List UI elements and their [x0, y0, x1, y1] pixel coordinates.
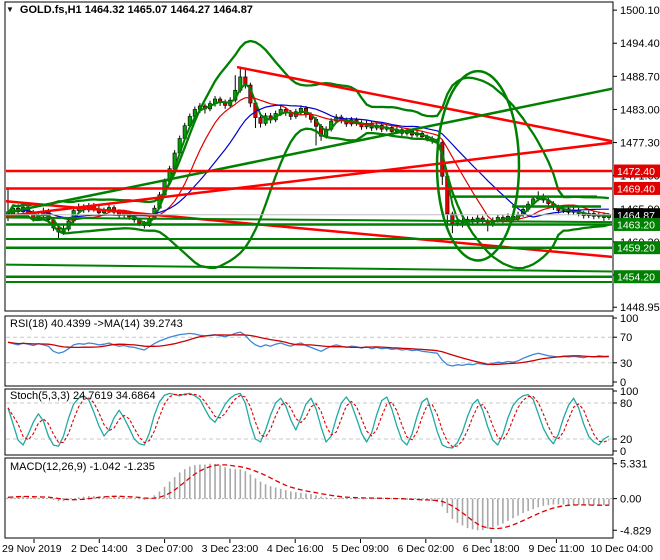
- chart-window: { "header": { "dropdown_icon": "▼", "tit…: [0, 0, 660, 560]
- macd-label: MACD(12,26,9) -1.042 -1.235: [10, 461, 155, 473]
- price-badge-label: 1454.20: [617, 272, 655, 284]
- indicator-axis-label: 100: [620, 386, 638, 398]
- time-axis-label: 6 Dec 02:00: [397, 543, 454, 555]
- time-axis-label: 4 Dec 16:00: [267, 543, 324, 555]
- time-axis-label: 5 Dec 09:00: [332, 543, 389, 555]
- time-axis-label: 6 Dec 18:00: [463, 543, 520, 555]
- price-tick-label: 1494.40: [620, 38, 660, 50]
- time-axis-label: 9 Dec 11:00: [528, 543, 584, 555]
- indicator-axis-label: 30: [620, 358, 632, 370]
- stoch-label: Stoch(5,3,3) 24.7619 34.6864: [10, 390, 156, 402]
- time-axis-label: 10 Dec 04:00: [590, 543, 653, 555]
- price-badge-label: 1469.40: [617, 183, 655, 195]
- time-axis-label: 3 Dec 07:00: [136, 543, 193, 555]
- time-axis-label: 2 Dec 14:00: [71, 543, 128, 555]
- price-tick-label: 1483.00: [620, 104, 660, 116]
- chart-canvas[interactable]: 1500.101494.401488.701483.001477.301471.…: [0, 0, 660, 560]
- indicator-axis-label: 0: [620, 446, 626, 458]
- time-axis-label: 3 Dec 23:00: [202, 543, 259, 555]
- price-badge-label: 1459.20: [617, 243, 655, 255]
- price-tick-label: 1500.10: [620, 5, 660, 17]
- indicator-axis-label: 0.00: [620, 494, 641, 506]
- price-tick-label: 1477.30: [620, 138, 660, 150]
- symbol-dropdown-icon[interactable]: ▼: [6, 6, 14, 14]
- indicator-axis-label: 100: [620, 313, 638, 325]
- price-badge-label: 1463.20: [617, 219, 655, 231]
- time-axis-label: 29 Nov 2019: [2, 543, 62, 555]
- indicator-axis-label: 20: [620, 434, 632, 446]
- indicator-axis-label: 70: [620, 332, 632, 344]
- price-badge-label: 1472.40: [617, 166, 655, 178]
- chart-title: ▼ GOLD.fs,H1 1464.32 1465.07 1464.27 146…: [6, 4, 253, 16]
- symbol-ohlc-text: GOLD.fs,H1 1464.32 1465.07 1464.27 1464.…: [19, 4, 253, 16]
- indicator-axis-label: 80: [620, 398, 632, 410]
- rsi-label: RSI(18) 40.4399 ->MA(14) 39.2743: [10, 318, 183, 330]
- candle-body: [258, 117, 263, 124]
- indicator-axis-label: 5.331: [620, 459, 648, 471]
- price-tick-label: 1488.70: [620, 71, 660, 83]
- indicator-axis-label: -4.829: [620, 525, 651, 537]
